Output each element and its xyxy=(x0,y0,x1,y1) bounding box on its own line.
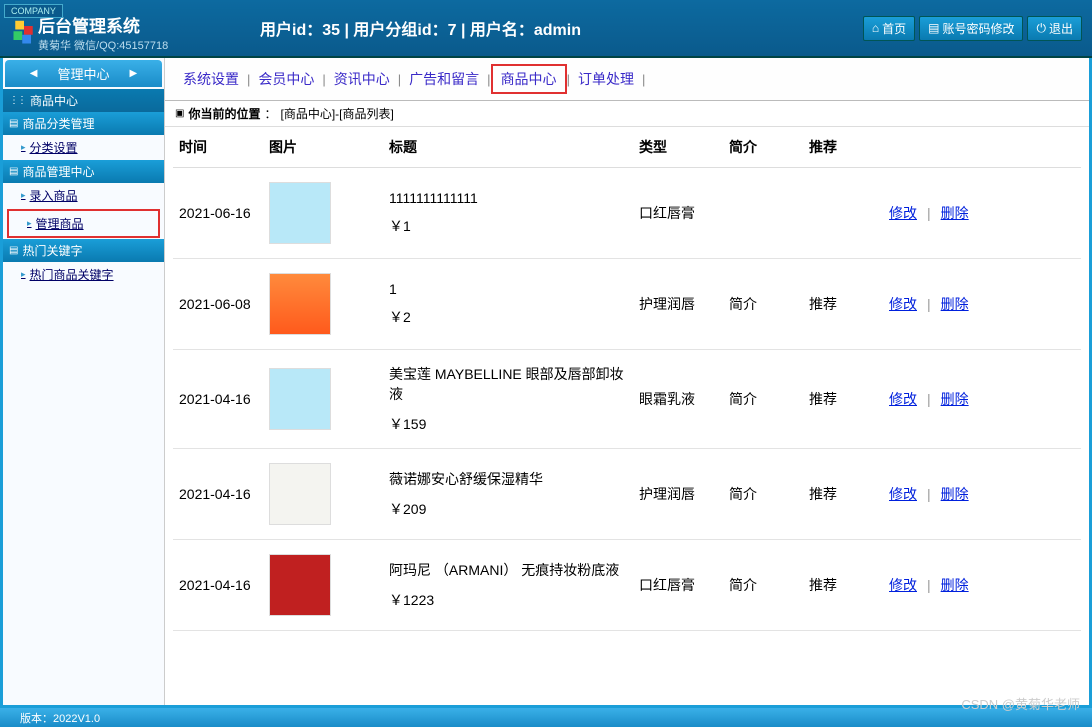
app-header: COMPANY 后台管理系统 黄菊华 微信/QQ:45157718 用户id：3… xyxy=(0,0,1092,58)
delete-link[interactable]: 删除 xyxy=(941,205,969,221)
table-row: 2021-04-16 薇诺娜安心舒缓保湿精华￥209护理润唇简介推荐修改|删除 xyxy=(173,449,1081,540)
user-info: 用户id：35 | 用户分组id：7 | 用户名：admin xyxy=(260,16,581,40)
cell-rec: 推荐 xyxy=(803,259,883,350)
col-ops xyxy=(883,127,1081,168)
cell-actions: 修改|删除 xyxy=(883,259,1081,350)
cell-actions: 修改|删除 xyxy=(883,168,1081,259)
breadcrumb: 你当前的位置：[商品中心]-[商品列表] xyxy=(165,101,1089,127)
sidebar-link[interactable]: 分类设置 xyxy=(3,135,164,160)
home-button[interactable]: ⌂首页 xyxy=(863,16,915,41)
cell-rec: 推荐 xyxy=(803,540,883,631)
sidebar-section-header: 商品管理中心 xyxy=(3,160,164,183)
delete-link[interactable]: 删除 xyxy=(941,391,969,407)
sidebar-section-header: 热门关键字 xyxy=(3,239,164,262)
cell-intro: 简介 xyxy=(723,540,803,631)
cell-actions: 修改|删除 xyxy=(883,350,1081,449)
cell-intro: 简介 xyxy=(723,449,803,540)
edit-link[interactable]: 修改 xyxy=(889,205,917,221)
cell-rec: 推荐 xyxy=(803,350,883,449)
cell-actions: 修改|删除 xyxy=(883,540,1081,631)
col-rec: 推荐 xyxy=(803,127,883,168)
cell-actions: 修改|删除 xyxy=(883,449,1081,540)
edit-link[interactable]: 修改 xyxy=(889,486,917,502)
cell-intro xyxy=(723,168,803,259)
cell-title: 1￥2 xyxy=(383,259,633,350)
cell-img xyxy=(263,540,383,631)
cell-title: 美宝莲 MAYBELLINE 眼部及唇部卸妆液￥159 xyxy=(383,350,633,449)
top-tabs: 系统设置 | 会员中心 | 资讯中心 | 广告和留言 | 商品中心 | 订单处理… xyxy=(165,58,1089,101)
tab-会员中心[interactable]: 会员中心 xyxy=(250,67,322,91)
cell-type: 护理润唇 xyxy=(633,449,723,540)
edit-link[interactable]: 修改 xyxy=(889,296,917,312)
cell-img xyxy=(263,449,383,540)
cell-type: 眼霜乳液 xyxy=(633,350,723,449)
list-icon: ▤ xyxy=(928,21,939,35)
tab-商品中心[interactable]: 商品中心 xyxy=(491,64,567,94)
edit-link[interactable]: 修改 xyxy=(889,577,917,593)
logo-icon xyxy=(10,19,38,47)
tab-资讯中心[interactable]: 资讯中心 xyxy=(326,67,398,91)
product-thumb xyxy=(269,554,331,616)
cell-title: 1111111111111￥1 xyxy=(383,168,633,259)
password-button[interactable]: ▤账号密码修改 xyxy=(919,16,1023,41)
delete-link[interactable]: 删除 xyxy=(941,577,969,593)
product-table: 时间 图片 标题 类型 简介 推荐 2021-06-16 111111111111… xyxy=(173,127,1081,631)
cell-time: 2021-06-08 xyxy=(173,259,263,350)
table-row: 2021-06-16 1111111111111￥1口红唇膏 修改|删除 xyxy=(173,168,1081,259)
app-subtitle: 黄菊华 微信/QQ:45157718 xyxy=(38,37,168,53)
product-thumb xyxy=(269,273,331,335)
footer: 版本：2022V1.0 xyxy=(0,708,1092,727)
cell-img xyxy=(263,350,383,449)
cell-type: 口红唇膏 xyxy=(633,540,723,631)
cell-title: 阿玛尼 （ARMANI） 无痕持妆粉底液￥1223 xyxy=(383,540,633,631)
cell-type: 口红唇膏 xyxy=(633,168,723,259)
sidebar-link[interactable]: 录入商品 xyxy=(3,183,164,208)
tab-广告和留言[interactable]: 广告和留言 xyxy=(401,67,487,91)
cell-img xyxy=(263,259,383,350)
sidebar-section-header: 商品分类管理 xyxy=(3,112,164,135)
col-time: 时间 xyxy=(173,127,263,168)
watermark: CSDN @黄菊华老师 xyxy=(961,694,1080,713)
delete-link[interactable]: 删除 xyxy=(941,296,969,312)
home-icon: ⌂ xyxy=(872,21,879,35)
col-type: 类型 xyxy=(633,127,723,168)
cell-rec: 推荐 xyxy=(803,449,883,540)
sidebar-link[interactable]: 管理商品 xyxy=(7,209,160,238)
cell-img xyxy=(263,168,383,259)
cell-time: 2021-04-16 xyxy=(173,449,263,540)
sidebar-link[interactable]: 热门商品关键字 xyxy=(3,262,164,287)
cell-rec xyxy=(803,168,883,259)
table-row: 2021-04-16 阿玛尼 （ARMANI） 无痕持妆粉底液￥1223口红唇膏简… xyxy=(173,540,1081,631)
logout-button[interactable]: ⏻退出 xyxy=(1027,16,1082,41)
sidebar-center-label: 商品中心 xyxy=(3,89,164,112)
col-img: 图片 xyxy=(263,127,383,168)
table-row: 2021-06-08 1￥2护理润唇简介推荐修改|删除 xyxy=(173,259,1081,350)
col-title: 标题 xyxy=(383,127,633,168)
product-thumb xyxy=(269,368,331,430)
company-tag: COMPANY xyxy=(4,4,63,18)
cell-time: 2021-04-16 xyxy=(173,350,263,449)
col-intro: 简介 xyxy=(723,127,803,168)
cell-intro: 简介 xyxy=(723,259,803,350)
edit-link[interactable]: 修改 xyxy=(889,391,917,407)
delete-link[interactable]: 删除 xyxy=(941,486,969,502)
sidebar: ◀ 管理中心 ▶ 商品中心 商品分类管理分类设置商品管理中心录入商品管理商品热门… xyxy=(3,58,165,705)
sidebar-title: ◀ 管理中心 ▶ xyxy=(5,60,162,87)
cell-intro: 简介 xyxy=(723,350,803,449)
chevron-right-icon[interactable]: ▶ xyxy=(130,68,138,79)
cell-type: 护理润唇 xyxy=(633,259,723,350)
cell-time: 2021-04-16 xyxy=(173,540,263,631)
product-thumb xyxy=(269,463,331,525)
cell-title: 薇诺娜安心舒缓保湿精华￥209 xyxy=(383,449,633,540)
chevron-left-icon[interactable]: ◀ xyxy=(30,68,38,79)
cell-time: 2021-06-16 xyxy=(173,168,263,259)
table-row: 2021-04-16 美宝莲 MAYBELLINE 眼部及唇部卸妆液￥159眼霜乳… xyxy=(173,350,1081,449)
power-icon: ⏻ xyxy=(1036,21,1046,36)
tab-订单处理[interactable]: 订单处理 xyxy=(570,67,642,91)
tab-系统设置[interactable]: 系统设置 xyxy=(175,67,247,91)
product-thumb xyxy=(269,182,331,244)
